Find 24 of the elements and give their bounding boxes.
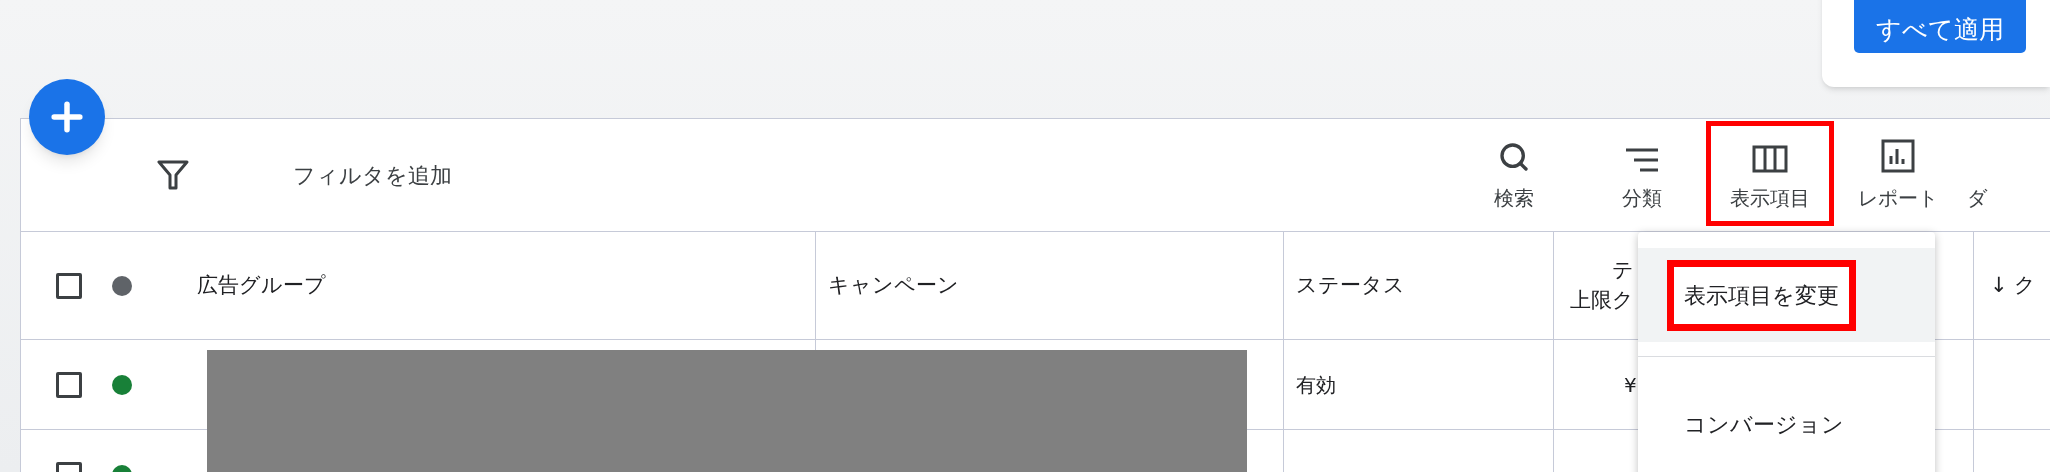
column-header: ステータス (1296, 271, 1405, 299)
toolbar-button[interactable]: 検索 (1450, 121, 1578, 226)
toolbar-button[interactable]: 表示項目 (1706, 121, 1834, 226)
toolbar-button[interactable]: ダ (1962, 121, 2050, 226)
filter-icon (157, 160, 189, 190)
toolbar-button[interactable]: レポート (1834, 121, 1962, 226)
menu-item[interactable]: 表示項目を変更 (1638, 248, 1935, 342)
column-header: 広告グループ (197, 271, 326, 299)
search-icon (1498, 141, 1530, 173)
apply-all-button[interactable]: すべて適用 (1854, 0, 2026, 53)
table-cell-text: ¥ (1624, 371, 1637, 399)
lines-icon (1625, 147, 1659, 173)
bar-chart-icon (1881, 139, 1915, 173)
checkbox[interactable] (56, 371, 82, 398)
column-header: キャンペーン (828, 271, 959, 299)
add-filter-button[interactable]: フィルタを追加 (293, 158, 452, 192)
table-cell-text: 有効 (1296, 371, 1336, 399)
add-button[interactable] (29, 79, 105, 155)
column-header: テ 上限ク (1570, 257, 1634, 314)
columns-icon (1752, 145, 1788, 173)
checkbox[interactable] (56, 272, 82, 299)
menu-item[interactable]: コンバージョン (1638, 377, 1935, 471)
column-header: ↓ ク (1990, 271, 2037, 299)
toolbar-button[interactable]: 分類 (1578, 121, 1706, 226)
